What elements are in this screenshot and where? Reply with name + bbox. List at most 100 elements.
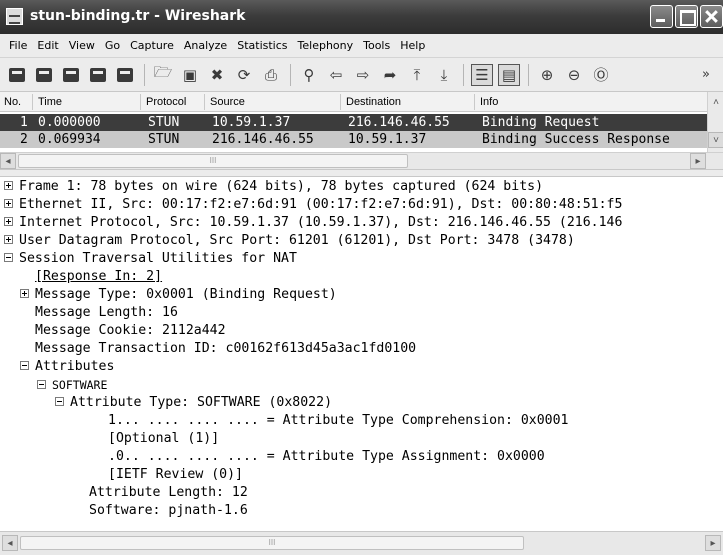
tree-item-frame[interactable]: Frame 1: 78 bytes on wire (624 bits), 78… xyxy=(4,178,543,196)
minimize-button[interactable] xyxy=(650,5,673,28)
cell-protocol: STUN xyxy=(148,115,180,130)
collapse-icon[interactable] xyxy=(20,361,29,370)
column-header-info[interactable]: Info xyxy=(480,96,498,108)
packet-row[interactable]: 2 0.069934 STUN 216.146.46.55 10.59.1.37… xyxy=(0,131,707,148)
menu-analyze[interactable]: Analyze xyxy=(179,39,232,52)
column-divider[interactable] xyxy=(32,94,33,110)
go-first-packet-icon[interactable]: ⤒ xyxy=(406,64,428,86)
normal-size-icon[interactable]: Ⓞ xyxy=(590,64,612,86)
collapse-icon[interactable] xyxy=(4,253,13,262)
wireshark-app-icon[interactable] xyxy=(6,8,23,25)
go-to-packet-icon[interactable]: ➦ xyxy=(379,64,401,86)
interface-list-icon[interactable] xyxy=(6,64,28,86)
menu-statistics[interactable]: Statistics xyxy=(232,39,292,52)
scrollbar-thumb[interactable]: III xyxy=(18,154,408,168)
tree-item-comprehension[interactable]: 1... .... .... .... = Attribute Type Com… xyxy=(108,412,569,430)
open-file-icon[interactable]: 🗁 xyxy=(152,63,174,86)
capture-options-icon[interactable] xyxy=(33,64,55,86)
go-forward-icon[interactable]: ⇨ xyxy=(352,64,374,86)
tree-item-label: User Datagram Protocol, Src Port: 61201 … xyxy=(19,233,575,248)
tree-item-message-type[interactable]: Message Type: 0x0001 (Binding Request) xyxy=(20,286,337,304)
expand-icon[interactable] xyxy=(20,289,29,298)
tree-item-attribute-type[interactable]: Attribute Type: SOFTWARE (0x8022) xyxy=(55,394,332,412)
column-divider[interactable] xyxy=(340,94,341,110)
tree-item-transaction-id[interactable]: Message Transaction ID: c00162f613d45a3a… xyxy=(35,340,416,358)
tree-item-attributes[interactable]: Attributes xyxy=(20,358,114,376)
colorize-icon[interactable]: ☰ xyxy=(471,63,493,86)
go-back-icon[interactable]: ⇦ xyxy=(325,64,347,86)
tree-item-software[interactable]: SOFTWARE xyxy=(37,376,107,394)
menu-capture[interactable]: Capture xyxy=(125,39,179,52)
tree-item-udp[interactable]: User Datagram Protocol, Src Port: 61201 … xyxy=(4,232,575,250)
zoom-out-icon[interactable]: ⊖ xyxy=(563,64,585,86)
column-divider[interactable] xyxy=(204,94,205,110)
collapse-icon[interactable] xyxy=(37,380,46,389)
scroll-left-icon[interactable]: ◂ xyxy=(0,153,16,169)
scroll-right-icon[interactable]: ▸ xyxy=(705,535,721,551)
tree-item-assignment[interactable]: .0.. .... .... .... = Attribute Type Ass… xyxy=(108,448,545,466)
close-button[interactable] xyxy=(700,5,723,28)
auto-scroll-icon[interactable]: ▤ xyxy=(498,63,520,86)
column-divider[interactable] xyxy=(140,94,141,110)
packet-list-horizontal-scrollbar[interactable]: ◂ III ▸ xyxy=(0,152,723,169)
packet-details-tree[interactable]: Frame 1: 78 bytes on wire (624 bits), 78… xyxy=(0,177,723,531)
packet-list-vertical-scrollbar[interactable]: ˄ ˅ xyxy=(707,92,723,152)
column-header-no[interactable]: No. xyxy=(4,96,21,108)
column-header-destination[interactable]: Destination xyxy=(346,96,401,108)
tree-item-label: Message Type: 0x0001 (Binding Request) xyxy=(35,287,337,302)
save-file-icon[interactable]: ▣ xyxy=(179,64,201,86)
cell-destination: 10.59.1.37 xyxy=(348,132,427,147)
menu-edit[interactable]: Edit xyxy=(32,39,63,52)
tree-item-software-value[interactable]: Software: pjnath-1.6 xyxy=(89,502,248,520)
stop-capture-icon[interactable] xyxy=(87,64,109,86)
tree-item-message-cookie[interactable]: Message Cookie: 2112a442 xyxy=(35,322,226,340)
main-toolbar: 🗁 ▣ ✖ ⟳ ⎙ ⚲ ⇦ ⇨ ➦ ⤒ ⤓ ☰ ▤ ⊕ ⊖ Ⓞ » xyxy=(0,58,723,92)
toolbar-overflow-icon[interactable]: » xyxy=(695,64,717,86)
tree-item-label: SOFTWARE xyxy=(52,378,108,392)
packet-list[interactable]: No. Time Protocol Source Destination Inf… xyxy=(0,92,723,169)
go-last-packet-icon[interactable]: ⤓ xyxy=(433,64,455,86)
title-bar: stun-binding.tr - Wireshark xyxy=(0,0,723,34)
scroll-down-icon[interactable]: ˅ xyxy=(708,132,723,148)
column-header-time[interactable]: Time xyxy=(38,96,62,108)
expand-icon[interactable] xyxy=(4,217,13,226)
start-capture-icon[interactable] xyxy=(60,64,82,86)
expand-icon[interactable] xyxy=(4,181,13,190)
cell-time: 0.000000 xyxy=(38,115,101,130)
column-divider[interactable] xyxy=(474,94,475,110)
expand-icon[interactable] xyxy=(4,235,13,244)
tree-item-ethernet[interactable]: Ethernet II, Src: 00:17:f2:e7:6d:91 (00:… xyxy=(4,196,622,214)
scrollbar-thumb[interactable]: III xyxy=(20,536,524,550)
scroll-up-icon[interactable]: ˄ xyxy=(708,94,723,110)
details-horizontal-scrollbar[interactable]: ◂ III ▸ xyxy=(0,531,723,555)
menu-telephony[interactable]: Telephony xyxy=(293,39,359,52)
maximize-button[interactable] xyxy=(675,5,698,28)
restart-capture-icon[interactable] xyxy=(114,64,136,86)
pane-splitter[interactable] xyxy=(0,169,723,177)
menu-go[interactable]: Go xyxy=(100,39,125,52)
packet-row[interactable]: 1 0.000000 STUN 10.59.1.37 216.146.46.55… xyxy=(0,114,707,131)
column-header-source[interactable]: Source xyxy=(210,96,245,108)
toolbar-separator xyxy=(463,63,464,86)
tree-item-attribute-length[interactable]: Attribute Length: 12 xyxy=(89,484,248,502)
tree-item-ietf-review[interactable]: [IETF Review (0)] xyxy=(108,466,243,484)
find-packet-icon[interactable]: ⚲ xyxy=(298,64,320,86)
menu-tools[interactable]: Tools xyxy=(358,39,395,52)
zoom-in-icon[interactable]: ⊕ xyxy=(536,64,558,86)
response-in-link[interactable]: [Response In: 2] xyxy=(35,268,162,286)
menu-file[interactable]: File xyxy=(4,39,32,52)
expand-icon[interactable] xyxy=(4,199,13,208)
scroll-left-icon[interactable]: ◂ xyxy=(2,535,18,551)
menu-help[interactable]: Help xyxy=(395,39,430,52)
close-file-icon[interactable]: ✖ xyxy=(206,64,228,86)
scroll-right-icon[interactable]: ▸ xyxy=(690,153,706,169)
tree-item-message-length[interactable]: Message Length: 16 xyxy=(35,304,178,322)
tree-item-ip[interactable]: Internet Protocol, Src: 10.59.1.37 (10.5… xyxy=(4,214,622,232)
print-icon[interactable]: ⎙ xyxy=(260,64,282,86)
menu-view[interactable]: View xyxy=(64,39,100,52)
tree-item-optional[interactable]: [Optional (1)] xyxy=(108,430,219,448)
reload-icon[interactable]: ⟳ xyxy=(233,64,255,86)
tree-item-stun[interactable]: Session Traversal Utilities for NAT xyxy=(4,250,297,268)
collapse-icon[interactable] xyxy=(55,397,64,406)
column-header-protocol[interactable]: Protocol xyxy=(146,96,186,108)
